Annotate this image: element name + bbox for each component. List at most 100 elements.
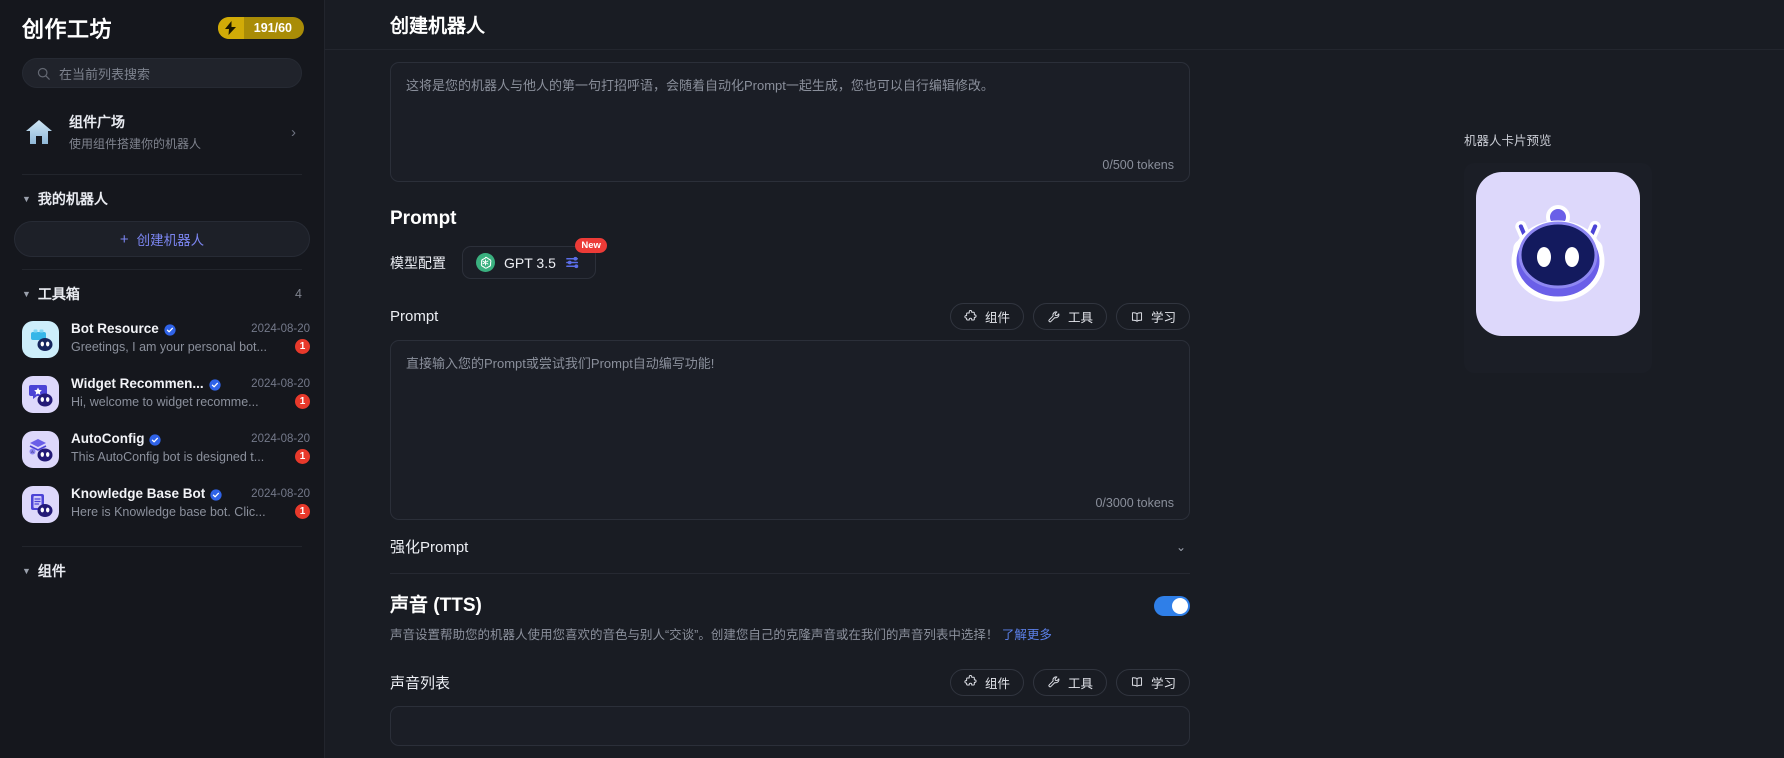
sidebar-section-components[interactable]: ▼ 组件 (0, 547, 324, 587)
form-inner: 这将是您的机器人与他人的第一句打招呼语，会随着自动化Prompt一起生成，您也可… (390, 50, 1190, 746)
bot-name: Knowledge Base Bot (71, 486, 206, 501)
bot-description: Hi, welcome to widget recomme... (71, 394, 259, 409)
puzzle-icon (964, 309, 978, 324)
model-selector[interactable]: GPT 3.5 New (462, 238, 607, 279)
prompt-section-heading: Prompt (390, 208, 457, 229)
search-icon (37, 67, 50, 80)
voice-component-label: 组件 (984, 676, 1010, 691)
list-item[interactable]: Knowledge Base Bot 2024-08-20 Here is Kn… (0, 477, 324, 532)
chevron-down-icon: ⌄ (1175, 539, 1186, 554)
bot-body: Widget Recommen... 2024-08-20 Hi, welcom… (71, 376, 310, 409)
energy-badge[interactable]: 191/60 (217, 17, 304, 39)
voice-learn-button[interactable]: 学习 (1115, 668, 1190, 696)
sliders-icon[interactable] (565, 254, 582, 271)
list-item[interactable]: A AutoConfig 2024-08-20 This AutoConfig … (0, 422, 324, 477)
verified-icon (210, 488, 222, 501)
sidebar-section-my-bots[interactable]: ▼ 我的机器人 (0, 175, 324, 215)
home-icon (22, 115, 56, 149)
voice-component-button[interactable]: 组件 (949, 668, 1024, 696)
enhance-prompt-label: 强化Prompt (390, 539, 469, 556)
sidebar-title: 创作工坊 (22, 17, 113, 42)
bot-date: 2024-08-20 (251, 432, 310, 445)
prompt-learn-button[interactable]: 学习 (1115, 303, 1190, 330)
wrench-icon (1047, 675, 1061, 689)
sidebar-section-toolbox[interactable]: ▼ 工具箱 4 (0, 270, 324, 310)
bot-row-top: Widget Recommen... 2024-08-20 (71, 376, 310, 391)
bot-description: This AutoConfig bot is designed t... (71, 449, 265, 464)
plaza-text: 组件广场 使用组件搭建你的机器人 (69, 112, 278, 152)
enhance-prompt-row[interactable]: 强化Prompt ⌄ (390, 520, 1190, 573)
toolbox-label: 工具箱 (37, 286, 80, 302)
book-icon (1130, 310, 1144, 324)
prompt-tool-button[interactable]: 工具 (1032, 303, 1107, 330)
voice-tool-button[interactable]: 工具 (1032, 668, 1107, 696)
bot-row-bottom: Hi, welcome to widget recomme... 1 (71, 394, 310, 409)
robot-avatar-icon (1476, 172, 1640, 336)
components-label: 组件 (37, 563, 66, 579)
bot-date: 2024-08-20 (251, 322, 310, 335)
book-icon (1130, 675, 1144, 689)
main-header: 创建机器人 (325, 0, 1784, 50)
chevron-right-icon: › (291, 123, 296, 141)
star-chat-bot-icon (22, 376, 59, 413)
bot-preview-card[interactable] (1464, 163, 1652, 373)
sidebar-header: 创作工坊 191/60 (0, 0, 324, 50)
brick-bot-icon (22, 321, 59, 358)
voice-list-row: 声音列表 组件 工具 学习 (390, 668, 1190, 696)
bot-description: Greetings, I am your personal bot... (71, 339, 267, 354)
search-placeholder: 在当前列表搜索 (59, 66, 151, 82)
caret-down-icon: ▼ (22, 194, 31, 204)
greeting-textarea[interactable]: 这将是您的机器人与他人的第一句打招呼语，会随着自动化Prompt一起生成，您也可… (390, 62, 1190, 182)
voice-tool-label: 工具 (1067, 676, 1093, 691)
tts-toggle[interactable] (1154, 596, 1190, 616)
prompt-field-label: Prompt (390, 308, 439, 325)
unread-badge: 1 (295, 394, 310, 409)
model-config-label: 模型配置 (390, 254, 446, 271)
unread-badge: 1 (295, 339, 310, 354)
bot-date: 2024-08-20 (251, 487, 310, 500)
page-title: 创建机器人 (390, 16, 486, 37)
voice-learn-label: 学习 (1150, 676, 1176, 691)
unread-badge: 1 (295, 504, 310, 519)
list-item[interactable]: Widget Recommen... 2024-08-20 Hi, welcom… (0, 367, 324, 422)
bot-date: 2024-08-20 (251, 377, 310, 390)
bot-body: Knowledge Base Bot 2024-08-20 Here is Kn… (71, 486, 310, 519)
bot-body: Bot Resource 2024-08-20 Greetings, I am … (71, 321, 310, 354)
tts-description: 声音设置帮助您的机器人使用您喜欢的音色与别人“交谈”。创建您自己的克隆声音或在我… (390, 626, 1154, 645)
bot-list: Bot Resource 2024-08-20 Greetings, I am … (0, 312, 324, 532)
model-name: GPT 3.5 (504, 254, 556, 271)
prompt-tool-label: 工具 (1067, 311, 1093, 325)
voice-list-field[interactable] (390, 705, 1190, 746)
create-bot-button[interactable]: + 创建机器人 (14, 221, 310, 257)
voice-action-buttons: 组件 工具 学习 (949, 668, 1190, 696)
prompt-label-row: Prompt 组件 工具 学习 (390, 303, 1190, 330)
tts-learn-more-link[interactable]: 了解更多 (1002, 628, 1052, 642)
preview-label: 机器人卡片预览 (1464, 134, 1552, 148)
tts-left: 声音 (TTS) 声音设置帮助您的机器人使用您喜欢的音色与别人“交谈”。创建您自… (390, 590, 1154, 645)
search-input[interactable]: 在当前列表搜索 (22, 58, 302, 88)
prompt-learn-label: 学习 (1150, 311, 1176, 325)
energy-value: 191/60 (253, 21, 292, 35)
tts-title: 声音 (TTS) (390, 595, 482, 616)
new-badge: New (575, 238, 607, 253)
plus-icon: + (119, 230, 129, 248)
puzzle-icon (964, 675, 978, 689)
voice-list-label: 声音列表 (390, 674, 451, 692)
bot-row-top: Knowledge Base Bot 2024-08-20 (71, 486, 310, 501)
bot-description: Here is Knowledge base bot. Clic... (71, 504, 266, 519)
prompt-textarea[interactable]: 直接输入您的Prompt或尝试我们Prompt自动编写功能! 0/3000 to… (390, 340, 1190, 520)
sidebar: 创作工坊 191/60 在当前列表搜索 组件广场 使用组件搭建你的机器人 › ▼… (0, 0, 325, 758)
bot-row-bottom: Here is Knowledge base bot. Clic... 1 (71, 504, 310, 519)
greeting-token-counter: 0/500 tokens (1102, 158, 1174, 172)
list-item[interactable]: Bot Resource 2024-08-20 Greetings, I am … (0, 312, 324, 367)
verified-icon (164, 323, 176, 336)
openai-icon (476, 253, 495, 272)
sidebar-item-component-plaza[interactable]: 组件广场 使用组件搭建你的机器人 › (14, 102, 310, 162)
model-config-row: 模型配置 GPT 3.5 New (390, 238, 1190, 279)
prompt-token-counter: 0/3000 tokens (1095, 496, 1174, 510)
wrench-icon (1047, 310, 1061, 324)
plaza-subtitle: 使用组件搭建你的机器人 (69, 137, 202, 151)
bot-row-top: AutoConfig 2024-08-20 (71, 431, 310, 446)
tts-description-text: 声音设置帮助您的机器人使用您喜欢的音色与别人“交谈”。创建您自己的克隆声音或在我… (390, 628, 999, 642)
prompt-component-button[interactable]: 组件 (949, 303, 1024, 330)
